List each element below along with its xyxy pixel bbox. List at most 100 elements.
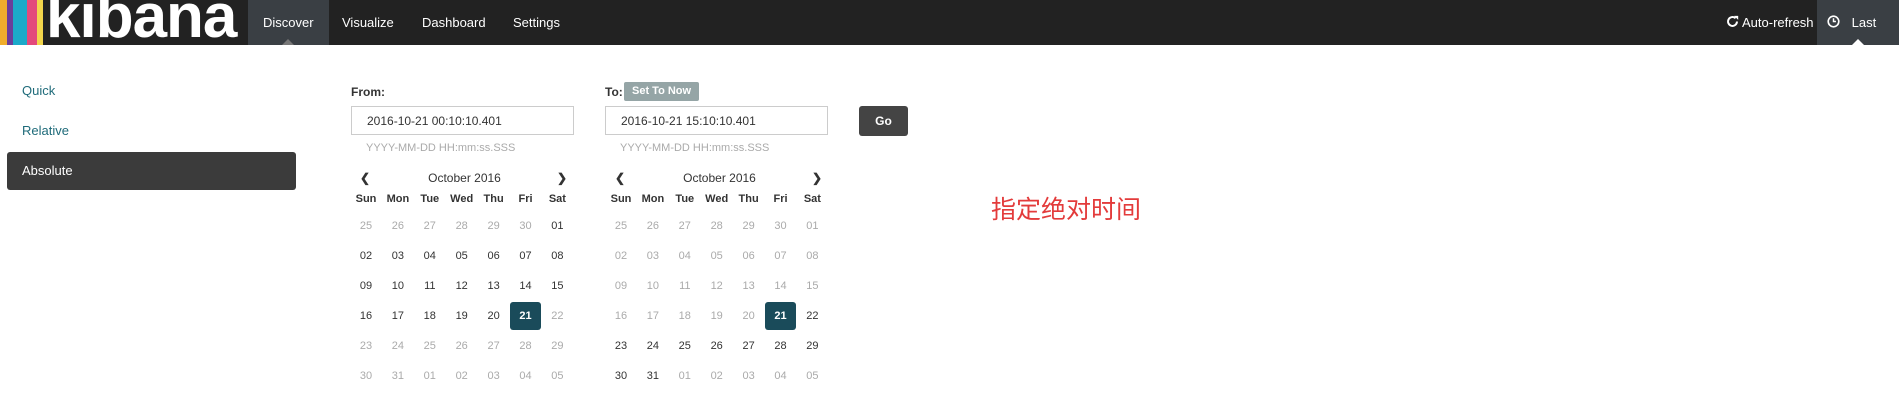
calendar-day-selected[interactable]: 21	[765, 302, 796, 330]
mode-absolute[interactable]: Absolute	[7, 152, 296, 190]
calendar-day[interactable]: 13	[478, 272, 509, 300]
calendar-day[interactable]: 30	[765, 212, 796, 240]
calendar-day[interactable]: 05	[701, 242, 732, 270]
auto-refresh-button[interactable]: Auto-refresh	[1726, 0, 1814, 45]
calendar-day[interactable]: 07	[510, 242, 541, 270]
calendar-day[interactable]: 13	[733, 272, 764, 300]
calendar-day[interactable]: 28	[765, 332, 796, 360]
calendar-day[interactable]: 09	[351, 272, 382, 300]
calendar-day-selected[interactable]: 21	[510, 302, 541, 330]
from-date-input[interactable]	[351, 106, 574, 135]
calendar-day[interactable]: 25	[414, 332, 445, 360]
calendar-day[interactable]: 04	[765, 362, 796, 390]
calendar-day[interactable]: 11	[414, 272, 445, 300]
calendar-day[interactable]: 03	[637, 242, 668, 270]
calendar-day[interactable]: 01	[414, 362, 445, 390]
calendar-day[interactable]: 27	[733, 332, 764, 360]
calendar-day[interactable]: 26	[637, 212, 668, 240]
calendar-day[interactable]: 08	[797, 242, 828, 270]
calendar-day[interactable]: 05	[797, 362, 828, 390]
calendar-day[interactable]: 27	[669, 212, 700, 240]
calendar-day[interactable]: 29	[733, 212, 764, 240]
calendar-day[interactable]: 06	[733, 242, 764, 270]
calendar-day[interactable]: 22	[797, 302, 828, 330]
set-to-now-button[interactable]: Set To Now	[624, 82, 700, 101]
calendar-day[interactable]: 14	[765, 272, 796, 300]
calendar-day[interactable]: 17	[637, 302, 668, 330]
calendar-day[interactable]: 22	[542, 302, 573, 330]
calendar-day[interactable]: 16	[606, 302, 637, 330]
calendar-day[interactable]: 02	[606, 242, 637, 270]
month-title[interactable]: October 2016	[606, 168, 833, 188]
calendar-day[interactable]: 20	[733, 302, 764, 330]
calendar-day[interactable]: 07	[765, 242, 796, 270]
calendar-day[interactable]: 27	[414, 212, 445, 240]
calendar-day[interactable]: 26	[382, 212, 413, 240]
calendar-day[interactable]: 03	[733, 362, 764, 390]
mode-relative[interactable]: Relative	[7, 112, 296, 150]
calendar-day[interactable]: 25	[606, 212, 637, 240]
calendar-day[interactable]: 06	[478, 242, 509, 270]
next-month-icon[interactable]: ❯	[809, 168, 825, 188]
calendar-day[interactable]: 14	[510, 272, 541, 300]
calendar-day[interactable]: 03	[478, 362, 509, 390]
calendar-day[interactable]: 18	[669, 302, 700, 330]
calendar-day[interactable]: 29	[797, 332, 828, 360]
calendar-day[interactable]: 01	[669, 362, 700, 390]
nav-tab-visualize[interactable]: Visualize	[327, 0, 409, 45]
calendar-day[interactable]: 24	[382, 332, 413, 360]
calendar-day[interactable]: 26	[701, 332, 732, 360]
month-title[interactable]: October 2016	[351, 168, 578, 188]
calendar-day[interactable]: 23	[606, 332, 637, 360]
kibana-logo[interactable]: kibana	[0, 0, 245, 45]
calendar-day[interactable]: 19	[701, 302, 732, 330]
calendar-day[interactable]: 25	[669, 332, 700, 360]
calendar-day[interactable]: 10	[382, 272, 413, 300]
calendar-day[interactable]: 31	[637, 362, 668, 390]
calendar-day[interactable]: 01	[797, 212, 828, 240]
calendar-day[interactable]: 05	[542, 362, 573, 390]
calendar-day[interactable]: 03	[382, 242, 413, 270]
calendar-day[interactable]: 19	[446, 302, 477, 330]
calendar-day[interactable]: 08	[542, 242, 573, 270]
calendar-day[interactable]: 02	[351, 242, 382, 270]
calendar-day[interactable]: 28	[510, 332, 541, 360]
calendar-day[interactable]: 25	[351, 212, 382, 240]
calendar-day[interactable]: 15	[542, 272, 573, 300]
calendar-day[interactable]: 17	[382, 302, 413, 330]
go-button[interactable]: Go	[859, 106, 908, 136]
calendar-day[interactable]: 12	[446, 272, 477, 300]
nav-tab-settings[interactable]: Settings	[498, 0, 575, 45]
mode-quick[interactable]: Quick	[7, 72, 296, 110]
calendar-day[interactable]: 01	[542, 212, 573, 240]
calendar-day[interactable]: 02	[701, 362, 732, 390]
calendar-day[interactable]: 27	[478, 332, 509, 360]
calendar-day[interactable]: 12	[701, 272, 732, 300]
calendar-day[interactable]: 11	[669, 272, 700, 300]
calendar-day[interactable]: 29	[542, 332, 573, 360]
calendar-day[interactable]: 30	[510, 212, 541, 240]
calendar-day[interactable]: 16	[351, 302, 382, 330]
calendar-day[interactable]: 15	[797, 272, 828, 300]
calendar-day[interactable]: 04	[669, 242, 700, 270]
calendar-day[interactable]: 31	[382, 362, 413, 390]
calendar-day[interactable]: 20	[478, 302, 509, 330]
calendar-day[interactable]: 29	[478, 212, 509, 240]
calendar-day[interactable]: 26	[446, 332, 477, 360]
next-month-icon[interactable]: ❯	[554, 168, 570, 188]
calendar-day[interactable]: 02	[446, 362, 477, 390]
calendar-day[interactable]: 24	[637, 332, 668, 360]
calendar-day[interactable]: 10	[637, 272, 668, 300]
calendar-day[interactable]: 30	[606, 362, 637, 390]
nav-tab-dashboard[interactable]: Dashboard	[407, 0, 501, 45]
calendar-day[interactable]: 05	[446, 242, 477, 270]
calendar-day[interactable]: 04	[510, 362, 541, 390]
calendar-day[interactable]: 28	[446, 212, 477, 240]
nav-tab-discover[interactable]: Discover	[248, 0, 329, 45]
calendar-day[interactable]: 23	[351, 332, 382, 360]
calendar-day[interactable]: 30	[351, 362, 382, 390]
calendar-day[interactable]: 04	[414, 242, 445, 270]
timepicker-toggle[interactable]: Last 15h	[1817, 0, 1899, 76]
calendar-day[interactable]: 09	[606, 272, 637, 300]
calendar-day[interactable]: 28	[701, 212, 732, 240]
